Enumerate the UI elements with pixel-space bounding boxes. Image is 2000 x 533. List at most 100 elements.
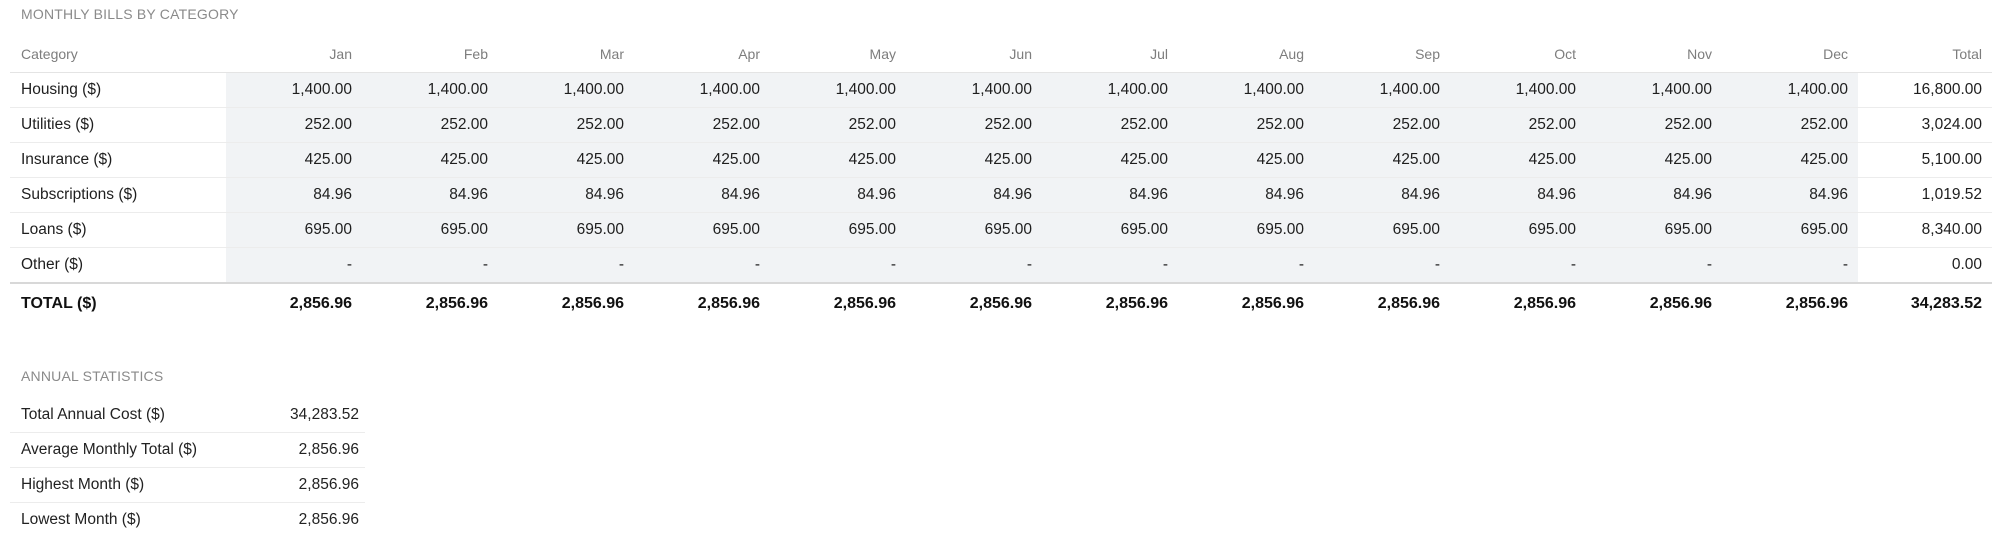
stat-value[interactable]: 34,283.52 bbox=[250, 398, 365, 433]
category-cell[interactable]: Subscriptions ($) bbox=[10, 177, 226, 213]
month-value-cell[interactable]: 695.00 bbox=[1178, 212, 1314, 248]
category-cell[interactable]: Utilities ($) bbox=[10, 107, 226, 143]
month-value-cell[interactable]: 695.00 bbox=[1722, 212, 1858, 248]
month-total-cell[interactable]: 2,856.96 bbox=[1450, 283, 1586, 323]
month-value-cell[interactable]: 252.00 bbox=[634, 107, 770, 143]
month-value-cell[interactable]: - bbox=[1314, 247, 1450, 284]
month-value-cell[interactable]: 425.00 bbox=[1450, 142, 1586, 178]
month-value-cell[interactable]: 425.00 bbox=[226, 142, 362, 178]
month-value-cell[interactable]: 1,400.00 bbox=[362, 72, 498, 108]
column-header-category[interactable]: Category bbox=[10, 36, 226, 73]
column-header-jun[interactable]: Jun bbox=[906, 36, 1042, 73]
month-value-cell[interactable]: 695.00 bbox=[1042, 212, 1178, 248]
month-value-cell[interactable]: 695.00 bbox=[1450, 212, 1586, 248]
month-value-cell[interactable]: 425.00 bbox=[1586, 142, 1722, 178]
column-header-oct[interactable]: Oct bbox=[1450, 36, 1586, 73]
month-total-cell[interactable]: 2,856.96 bbox=[226, 283, 362, 323]
month-total-cell[interactable]: 2,856.96 bbox=[498, 283, 634, 323]
month-value-cell[interactable]: 1,400.00 bbox=[906, 72, 1042, 108]
month-value-cell[interactable]: - bbox=[906, 247, 1042, 284]
month-value-cell[interactable]: 425.00 bbox=[1042, 142, 1178, 178]
row-total-cell[interactable]: 8,340.00 bbox=[1858, 212, 1992, 248]
month-value-cell[interactable]: 1,400.00 bbox=[770, 72, 906, 108]
stat-value[interactable]: 2,856.96 bbox=[250, 467, 365, 503]
month-value-cell[interactable]: 425.00 bbox=[770, 142, 906, 178]
row-total-cell[interactable]: 5,100.00 bbox=[1858, 142, 1992, 178]
column-header-dec[interactable]: Dec bbox=[1722, 36, 1858, 73]
month-value-cell[interactable]: - bbox=[1042, 247, 1178, 284]
month-total-cell[interactable]: 2,856.96 bbox=[1178, 283, 1314, 323]
month-value-cell[interactable]: - bbox=[1450, 247, 1586, 284]
month-value-cell[interactable]: 1,400.00 bbox=[226, 72, 362, 108]
month-value-cell[interactable]: 84.96 bbox=[226, 177, 362, 213]
month-value-cell[interactable]: 252.00 bbox=[770, 107, 906, 143]
month-total-cell[interactable]: 2,856.96 bbox=[1586, 283, 1722, 323]
stat-value[interactable]: 2,856.96 bbox=[250, 503, 365, 533]
row-total-cell[interactable]: 0.00 bbox=[1858, 247, 1992, 284]
month-value-cell[interactable]: 695.00 bbox=[1314, 212, 1450, 248]
category-cell[interactable]: Insurance ($) bbox=[10, 142, 226, 178]
month-total-cell[interactable]: 2,856.96 bbox=[1042, 283, 1178, 323]
column-header-feb[interactable]: Feb bbox=[362, 36, 498, 73]
month-value-cell[interactable]: 84.96 bbox=[770, 177, 906, 213]
row-total-cell[interactable]: 3,024.00 bbox=[1858, 107, 1992, 143]
month-value-cell[interactable]: 1,400.00 bbox=[1586, 72, 1722, 108]
month-value-cell[interactable]: - bbox=[770, 247, 906, 284]
month-value-cell[interactable]: 84.96 bbox=[498, 177, 634, 213]
month-value-cell[interactable]: 425.00 bbox=[1178, 142, 1314, 178]
month-value-cell[interactable]: 84.96 bbox=[1450, 177, 1586, 213]
month-value-cell[interactable]: 252.00 bbox=[498, 107, 634, 143]
month-value-cell[interactable]: 84.96 bbox=[906, 177, 1042, 213]
month-value-cell[interactable]: 425.00 bbox=[498, 142, 634, 178]
stat-value[interactable]: 2,856.96 bbox=[250, 432, 365, 468]
month-total-cell[interactable]: 2,856.96 bbox=[634, 283, 770, 323]
month-value-cell[interactable]: 252.00 bbox=[362, 107, 498, 143]
month-value-cell[interactable]: 252.00 bbox=[226, 107, 362, 143]
month-value-cell[interactable]: 425.00 bbox=[634, 142, 770, 178]
category-cell[interactable]: Other ($) bbox=[10, 247, 226, 284]
month-total-cell[interactable]: 2,856.96 bbox=[1722, 283, 1858, 323]
month-value-cell[interactable]: 1,400.00 bbox=[1178, 72, 1314, 108]
totals-row-label[interactable]: TOTAL ($) bbox=[10, 283, 226, 323]
column-header-total[interactable]: Total bbox=[1858, 36, 1992, 73]
row-total-cell[interactable]: 16,800.00 bbox=[1858, 72, 1992, 108]
category-cell[interactable]: Housing ($) bbox=[10, 72, 226, 108]
month-total-cell[interactable]: 2,856.96 bbox=[362, 283, 498, 323]
column-header-aug[interactable]: Aug bbox=[1178, 36, 1314, 73]
month-value-cell[interactable]: 252.00 bbox=[1042, 107, 1178, 143]
month-value-cell[interactable]: 425.00 bbox=[1314, 142, 1450, 178]
month-value-cell[interactable]: - bbox=[498, 247, 634, 284]
month-value-cell[interactable]: - bbox=[1178, 247, 1314, 284]
column-header-apr[interactable]: Apr bbox=[634, 36, 770, 73]
month-value-cell[interactable]: 252.00 bbox=[1722, 107, 1858, 143]
month-value-cell[interactable]: 84.96 bbox=[1722, 177, 1858, 213]
month-value-cell[interactable]: - bbox=[634, 247, 770, 284]
month-total-cell[interactable]: 2,856.96 bbox=[1314, 283, 1450, 323]
month-total-cell[interactable]: 2,856.96 bbox=[906, 283, 1042, 323]
column-header-jan[interactable]: Jan bbox=[226, 36, 362, 73]
row-total-cell[interactable]: 1,019.52 bbox=[1858, 177, 1992, 213]
month-value-cell[interactable]: 84.96 bbox=[1178, 177, 1314, 213]
month-value-cell[interactable]: 252.00 bbox=[1314, 107, 1450, 143]
month-value-cell[interactable]: - bbox=[1722, 247, 1858, 284]
month-value-cell[interactable]: 252.00 bbox=[906, 107, 1042, 143]
month-value-cell[interactable]: 695.00 bbox=[906, 212, 1042, 248]
category-cell[interactable]: Loans ($) bbox=[10, 212, 226, 248]
month-value-cell[interactable]: 1,400.00 bbox=[634, 72, 770, 108]
month-value-cell[interactable]: 695.00 bbox=[1586, 212, 1722, 248]
month-value-cell[interactable]: 1,400.00 bbox=[1450, 72, 1586, 108]
month-value-cell[interactable]: 84.96 bbox=[1314, 177, 1450, 213]
month-value-cell[interactable]: 1,400.00 bbox=[1722, 72, 1858, 108]
month-value-cell[interactable]: 425.00 bbox=[1722, 142, 1858, 178]
column-header-nov[interactable]: Nov bbox=[1586, 36, 1722, 73]
column-header-jul[interactable]: Jul bbox=[1042, 36, 1178, 73]
month-value-cell[interactable]: 84.96 bbox=[362, 177, 498, 213]
month-value-cell[interactable]: 695.00 bbox=[362, 212, 498, 248]
month-value-cell[interactable]: 695.00 bbox=[498, 212, 634, 248]
column-header-mar[interactable]: Mar bbox=[498, 36, 634, 73]
month-value-cell[interactable]: 84.96 bbox=[634, 177, 770, 213]
month-value-cell[interactable]: 252.00 bbox=[1178, 107, 1314, 143]
month-value-cell[interactable]: - bbox=[1586, 247, 1722, 284]
month-value-cell[interactable]: 252.00 bbox=[1586, 107, 1722, 143]
month-value-cell[interactable]: 1,400.00 bbox=[1042, 72, 1178, 108]
